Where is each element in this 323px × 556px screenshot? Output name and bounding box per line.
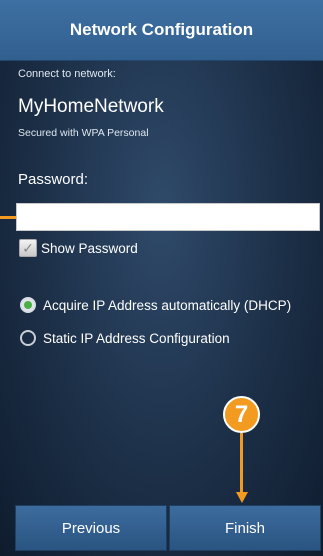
checkmark-icon: ✓ (22, 240, 34, 256)
ip-option-static-label: Static IP Address Configuration (43, 330, 230, 346)
previous-button[interactable]: Previous (15, 505, 167, 551)
step-number-badge: 7 (223, 396, 260, 433)
callout-arrow-down-icon (235, 492, 248, 503)
ip-option-static[interactable]: Static IP Address Configuration (20, 330, 230, 346)
radio-dot-icon (24, 301, 32, 309)
header-bar: Network Configuration (0, 0, 323, 61)
ip-option-dhcp-label: Acquire IP Address automatically (DHCP) (43, 297, 292, 313)
show-password-checkbox[interactable]: ✓ (19, 239, 37, 257)
radio-unselected-icon[interactable] (20, 330, 36, 346)
password-input[interactable] (16, 203, 320, 231)
network-name: MyHomeNetwork (18, 96, 164, 117)
page-title: Network Configuration (69, 20, 254, 39)
callout-arrow-line-vertical (240, 433, 243, 493)
finish-button[interactable]: Finish (169, 505, 321, 551)
radio-selected-icon[interactable] (20, 297, 36, 313)
show-password-checkbox-row[interactable]: ✓ Show Password (19, 239, 138, 257)
show-password-label: Show Password (41, 240, 138, 256)
password-label: Password: (18, 171, 89, 188)
security-type-label: Secured with WPA Personal (18, 127, 149, 139)
connect-to-network-label: Connect to network: (18, 68, 116, 80)
ip-option-dhcp[interactable]: Acquire IP Address automatically (DHCP) (20, 297, 291, 313)
